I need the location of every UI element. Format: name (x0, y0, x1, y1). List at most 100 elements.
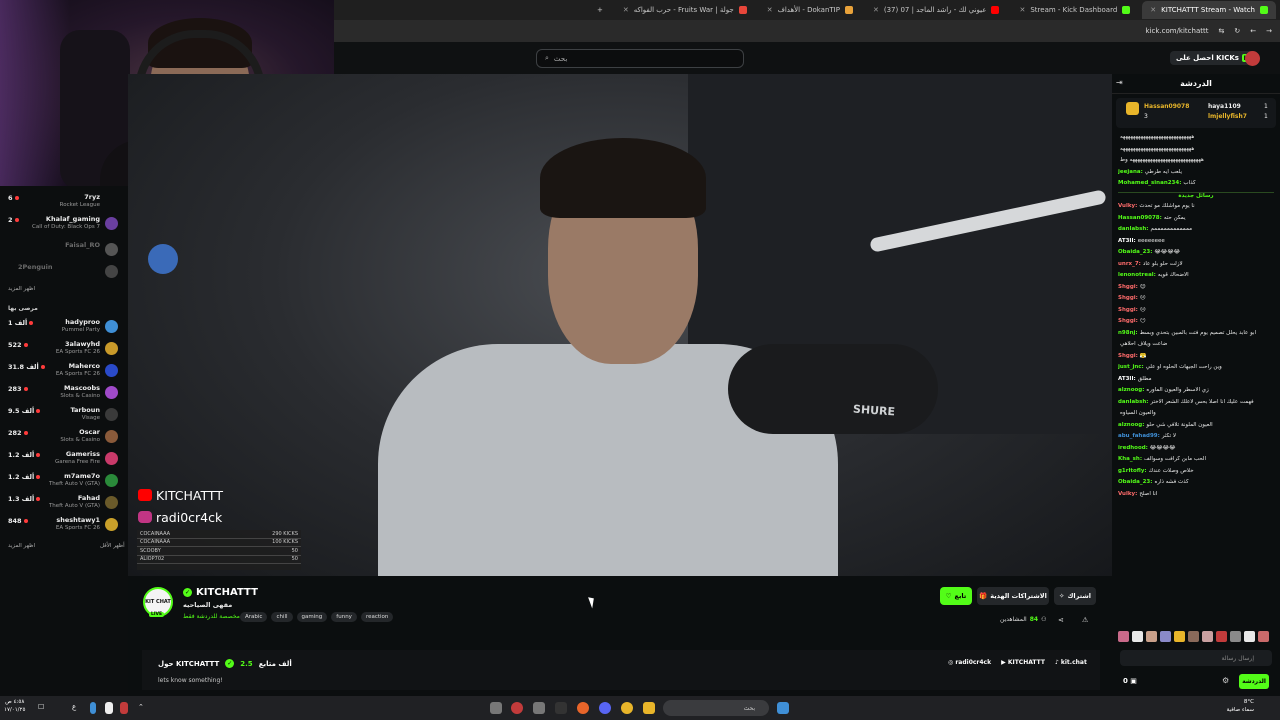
weather-widget[interactable]: 8°C سماء صافية (1220, 698, 1254, 714)
emote-icon[interactable] (1216, 631, 1227, 642)
sidebar-channel[interactable]: 2Penguin (4, 262, 122, 282)
chat-input[interactable]: إرسال رسالة (1120, 650, 1272, 666)
gift-subs-button[interactable]: 🎁 الاشتراكات الهدية (977, 587, 1049, 605)
chat-username[interactable]: iredhood: (1118, 445, 1148, 457)
chat-username[interactable]: n98nj: (1118, 330, 1138, 342)
get-kicks-button[interactable]: احصل على KICKs K (1170, 51, 1256, 65)
close-icon[interactable]: ✕ (1150, 6, 1156, 14)
new-tab-button[interactable]: + (589, 1, 611, 19)
tag[interactable]: chill (271, 612, 293, 622)
chat-username[interactable]: jeejana: (1118, 169, 1143, 181)
close-icon[interactable]: ✕ (623, 6, 629, 14)
follow-button[interactable]: ♡ تابع (940, 587, 972, 605)
address-bar[interactable]: kick.com/kitchattt ⇆ ↻ ← → (334, 20, 1280, 42)
url-text[interactable]: kick.com/kitchattt (1146, 27, 1209, 35)
chat-username[interactable]: AT3II: (1118, 376, 1136, 388)
windows-start-icon[interactable] (777, 702, 789, 714)
show-less-link[interactable]: أظهر الأقل (100, 543, 125, 549)
chat-username[interactable]: Shggi: (1118, 318, 1138, 330)
language-indicator[interactable]: ع (72, 703, 76, 711)
taskbar-clock[interactable]: ٤:٥٨ ص ١٧/٠١/٢٥ (4, 698, 25, 714)
avatar[interactable] (1245, 51, 1260, 66)
browser-tab-4[interactable]: ✕ حرب الفواكه - Fruits War | جولة (615, 1, 755, 19)
tag[interactable]: reaction (360, 612, 394, 622)
notification-icon[interactable]: ☐ (38, 703, 44, 711)
sidebar-channel[interactable]: 1 ألف hadyproo Pummel Party (4, 317, 122, 337)
browser-tab-1[interactable]: ✕ Stream - Kick Dashboard (1011, 1, 1138, 19)
channel-name[interactable]: ✓ KITCHATTT (183, 587, 258, 598)
back-icon[interactable]: ← (1250, 27, 1256, 35)
chat-username[interactable]: danlabsh: (1118, 399, 1149, 411)
emote-icon[interactable] (1258, 631, 1269, 642)
browser-tab-0[interactable]: ✕ KITCHATTT Stream - Watch (1142, 1, 1276, 19)
emote-icon[interactable] (1132, 631, 1143, 642)
chat-username[interactable]: unrx_7: (1118, 261, 1141, 273)
chat-username[interactable]: Vulky: (1118, 491, 1137, 503)
emote-icon[interactable] (1188, 631, 1199, 642)
stream-category[interactable]: مخصصة للدردشة فقط (183, 613, 240, 620)
instagram-link[interactable]: ◎ radi0cr4ck (948, 659, 991, 666)
emote-icon[interactable] (1174, 631, 1185, 642)
emote-icon[interactable] (1146, 631, 1157, 642)
tiktok-link[interactable]: ♪ kit.chat (1055, 659, 1087, 666)
sidebar-channel[interactable]: 1.3 ألف Fahad Theft Auto V (GTA) (4, 493, 122, 513)
chat-username[interactable]: Vulky: (1118, 203, 1137, 215)
report-icon[interactable]: ⚠ (1082, 616, 1088, 624)
close-icon[interactable]: ✕ (1019, 6, 1025, 14)
chat-username[interactable]: Obaida_23: (1118, 479, 1152, 491)
send-chat-button[interactable]: الدردشة (1239, 674, 1269, 689)
show-more-link[interactable]: اظهر المزيد (8, 543, 35, 549)
tag[interactable]: funny (331, 612, 357, 622)
collapse-chat-icon[interactable]: ⇥ (1116, 78, 1123, 87)
translate-icon[interactable]: ⇆ (1219, 27, 1225, 35)
sidebar-channel[interactable]: 6 7ryz Rocket League (4, 192, 122, 212)
sidebar-channel[interactable]: 522 3alawyhd EA Sports FC 26 (4, 339, 122, 359)
chat-username[interactable]: Shggi: (1118, 353, 1138, 365)
chat-username[interactable]: just_jnc: (1118, 364, 1144, 376)
forward-icon[interactable]: → (1266, 27, 1272, 35)
chevron-up-icon[interactable]: ⌃ (138, 703, 144, 711)
close-icon[interactable]: ✕ (873, 6, 879, 14)
chat-username[interactable]: AT3II: (1118, 238, 1136, 250)
search-input[interactable]: ⌕ بحث (536, 49, 744, 68)
obs-icon[interactable] (511, 702, 523, 714)
taskbar-search[interactable]: بحث (663, 700, 769, 716)
sidebar-channel[interactable]: 31.8 ألف Maherco EA Sports FC 26 (4, 361, 122, 381)
share-icon[interactable]: ⋖ (1058, 616, 1064, 624)
firefox-icon[interactable] (577, 702, 589, 714)
chat-username[interactable]: lenonotreal: (1118, 272, 1156, 284)
youtube-link[interactable]: ▶ KITCHATTT (1001, 659, 1045, 666)
tag[interactable]: Arabic (240, 612, 268, 622)
folder-icon[interactable] (643, 702, 655, 714)
chat-username[interactable]: Shggi: (1118, 295, 1138, 307)
terminal-icon[interactable] (555, 702, 567, 714)
record-icon[interactable] (120, 702, 128, 714)
chat-username[interactable]: alznoog: (1118, 387, 1144, 399)
sidebar-channel[interactable]: 848 sheshtawy1 EA Sports FC 26 (4, 515, 122, 535)
sidebar-channel[interactable]: Faisal_RO (4, 240, 122, 260)
tag[interactable]: gaming (296, 612, 328, 622)
emote-icon[interactable] (1244, 631, 1255, 642)
browser-tab-3[interactable]: ✕ الأهداف - DokanTIP (759, 1, 861, 19)
app-icon[interactable] (490, 702, 502, 714)
chat-username[interactable]: g1rltofly: (1118, 468, 1147, 480)
chat-username[interactable]: Shggi: (1118, 307, 1138, 319)
reload-icon[interactable]: ↻ (1234, 27, 1240, 35)
chat-username[interactable]: Kha_sh: (1118, 456, 1142, 468)
video-player[interactable]: SHURE (128, 74, 1112, 576)
gear-icon[interactable]: ⚙ (1222, 676, 1229, 685)
chat-username[interactable]: Mohamed_sinan234: (1118, 180, 1181, 192)
sidebar-channel[interactable]: 1.2 ألف Gameriss Garena Free Fire (4, 449, 122, 469)
subscribe-button[interactable]: ✧ اشتراك (1054, 587, 1096, 605)
sidebar-channel[interactable]: 283 Mascoobs Slots & Casino (4, 383, 122, 403)
discord-icon[interactable] (599, 702, 611, 714)
show-more-link[interactable]: اظهر المزيد (8, 286, 35, 292)
close-icon[interactable]: ✕ (767, 6, 773, 14)
emote-icon[interactable] (1118, 631, 1129, 642)
browser-tab-2[interactable]: ✕ (37) عيوني لك - راشد الماجد | 07 (865, 1, 1008, 19)
app-icon[interactable] (533, 702, 545, 714)
emote-icon[interactable] (1202, 631, 1213, 642)
sidebar-channel[interactable]: 1.2 ألف m7ame7o Theft Auto V (GTA) (4, 471, 122, 491)
chat-username[interactable]: danlabsh: (1118, 226, 1149, 238)
emote-icon[interactable] (1230, 631, 1241, 642)
